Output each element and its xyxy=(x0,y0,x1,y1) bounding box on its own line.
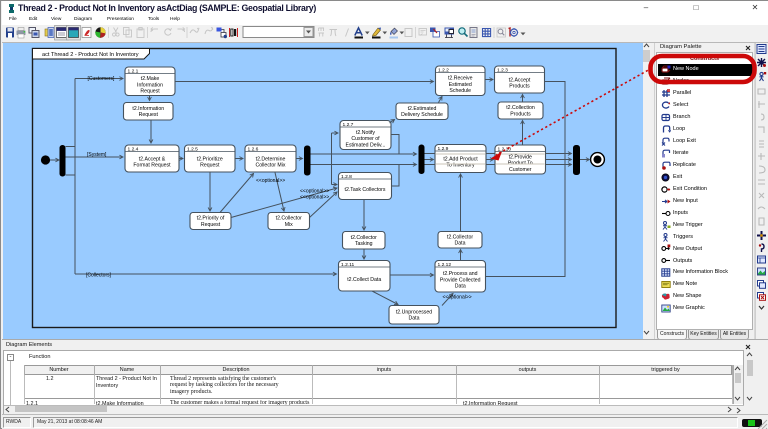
svg-text:1.2.8: 1.2.8 xyxy=(341,174,352,180)
svg-text:Data: Data xyxy=(455,284,466,290)
svg-text:Request: Request xyxy=(201,222,221,228)
svg-text:1.2.2: 1.2.2 xyxy=(438,67,449,73)
svg-text:Request: Request xyxy=(200,163,220,169)
svg-text:Estimated: Estimated xyxy=(449,82,472,88)
svg-text:t2.Collector: t2.Collector xyxy=(447,234,474,240)
svg-text:[System]: [System] xyxy=(87,152,107,158)
svg-text:1.2.10: 1.2.10 xyxy=(498,146,512,152)
svg-text:[Customers]: [Customers] xyxy=(88,76,116,82)
svg-text:act Thread 2 - Product Not In: act Thread 2 - Product Not In Inventory xyxy=(42,52,139,58)
svg-text:Format Request: Format Request xyxy=(133,163,171,169)
svg-text:[Collectors]: [Collectors] xyxy=(86,273,112,279)
svg-text:Products: Products xyxy=(510,111,531,117)
svg-text:t2.Notify: t2.Notify xyxy=(356,130,375,136)
svg-text:Collector Mix: Collector Mix xyxy=(256,163,286,169)
svg-text:1.2.6: 1.2.6 xyxy=(248,146,259,152)
svg-text:1.2.7: 1.2.7 xyxy=(343,122,354,128)
svg-text:1.2.1: 1.2.1 xyxy=(128,68,139,74)
svg-text:t2.Task Collectors: t2.Task Collectors xyxy=(345,187,386,193)
svg-text:Customer of: Customer of xyxy=(351,136,380,142)
svg-text:Products: Products xyxy=(509,84,530,90)
svg-text:Provide Collected: Provide Collected xyxy=(440,277,481,283)
svg-text:t2.Determine: t2.Determine xyxy=(256,156,286,162)
svg-text:t2.Collection: t2.Collection xyxy=(506,105,535,111)
svg-text:Data: Data xyxy=(409,316,420,322)
svg-text:t2.Provide: t2.Provide xyxy=(509,154,532,160)
svg-text:t2.Priority of: t2.Priority of xyxy=(197,216,225,222)
svg-text:Customer: Customer xyxy=(509,167,532,173)
svg-text:t2.Collector: t2.Collector xyxy=(276,216,303,222)
svg-text:t2.Unprocessed: t2.Unprocessed xyxy=(396,309,432,315)
svg-text:Information: Information xyxy=(137,82,163,88)
svg-text:t2.Accept &: t2.Accept & xyxy=(139,156,166,162)
svg-text:t2.Prioritize: t2.Prioritize xyxy=(197,156,223,162)
svg-text:1.2.12: 1.2.12 xyxy=(438,262,452,268)
svg-text:1.2.3: 1.2.3 xyxy=(497,67,508,73)
svg-text:Request: Request xyxy=(140,89,160,95)
svg-text:<<optional>>: <<optional>> xyxy=(443,295,472,301)
svg-text:t2.Make: t2.Make xyxy=(141,76,160,82)
svg-text:<<optional>>: <<optional>> xyxy=(300,194,329,200)
svg-text:Delivery Schedule: Delivery Schedule xyxy=(401,112,443,118)
svg-text:t2.Process and: t2.Process and xyxy=(443,271,478,277)
svg-text:Tasking: Tasking xyxy=(355,241,373,247)
svg-text:Estimated Deliv...: Estimated Deliv... xyxy=(346,142,386,148)
svg-text:t2.Add Product: t2.Add Product xyxy=(443,156,478,162)
svg-text:Data: Data xyxy=(455,241,466,247)
svg-text:t2.Accept: t2.Accept xyxy=(509,77,531,83)
svg-text:t2.Information: t2.Information xyxy=(132,106,164,112)
svg-text:<<optional>>: <<optional>> xyxy=(256,178,285,184)
svg-text:Mix: Mix xyxy=(285,222,293,228)
svg-text:Schedule: Schedule xyxy=(449,88,471,94)
svg-text:1.2.5: 1.2.5 xyxy=(187,146,198,152)
svg-text:t2.Collect Data: t2.Collect Data xyxy=(347,277,381,283)
svg-text:1.2.11: 1.2.11 xyxy=(341,262,355,268)
svg-text:1.2.4: 1.2.4 xyxy=(128,146,139,152)
svg-text:1.2.9: 1.2.9 xyxy=(438,146,449,152)
svg-text:Request: Request xyxy=(139,112,159,118)
svg-text:t2.Receive: t2.Receive xyxy=(448,76,473,82)
svg-text:t2.Collector: t2.Collector xyxy=(351,235,378,241)
svg-text:t2.Estimated: t2.Estimated xyxy=(408,106,437,112)
